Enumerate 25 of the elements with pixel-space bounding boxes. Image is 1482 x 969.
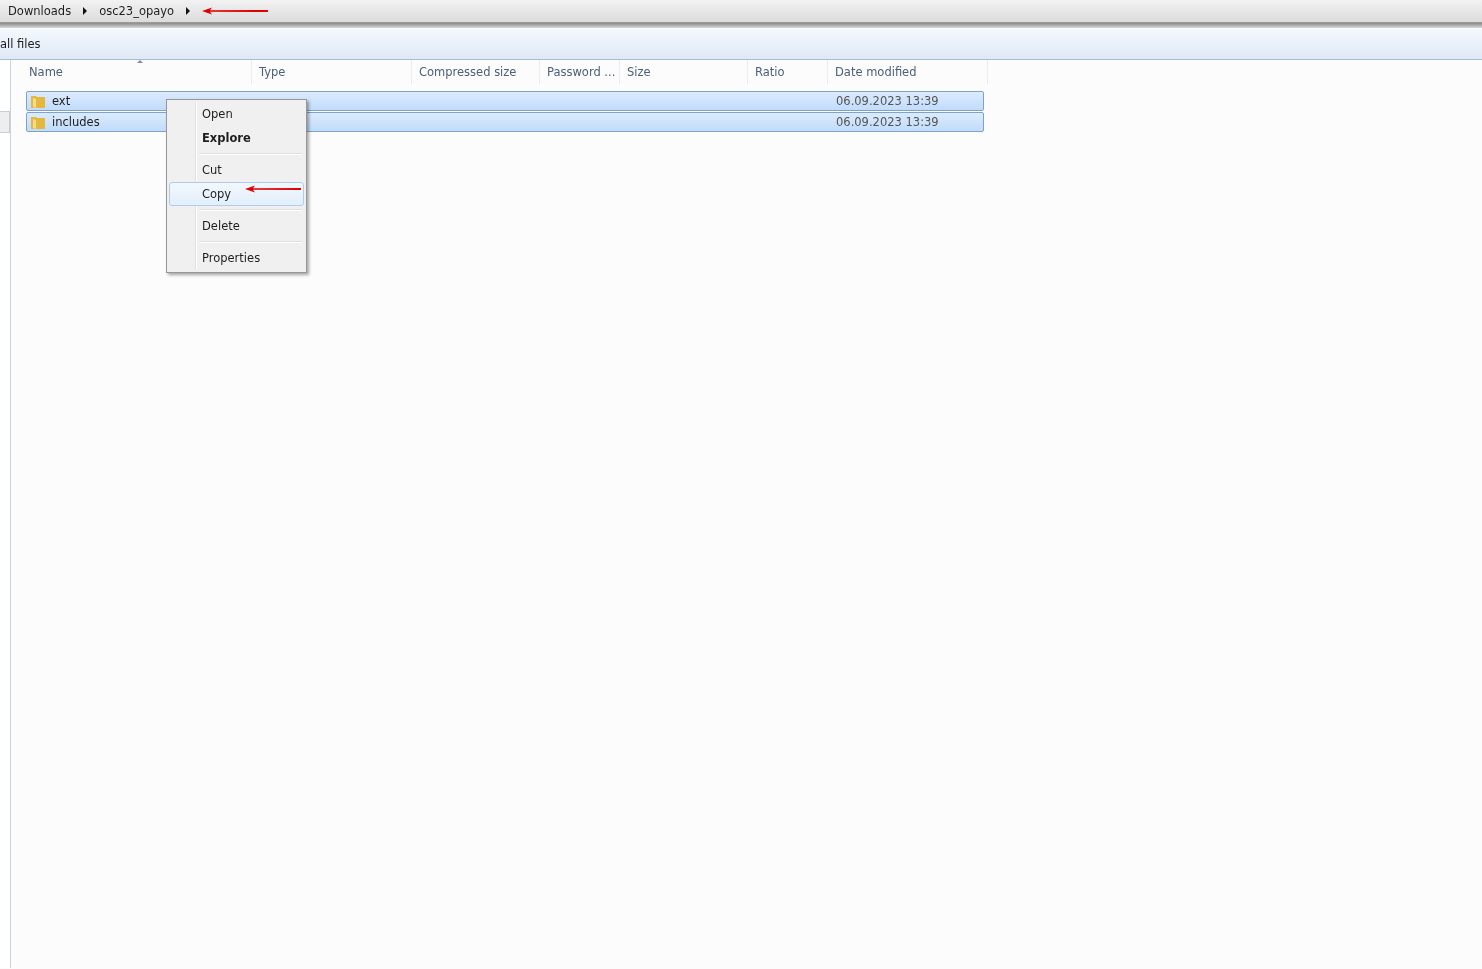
menu-item[interactable]: Copy [169,182,304,206]
column-header[interactable]: Name [22,60,252,84]
column-header[interactable]: Ratio [748,60,828,84]
column-header[interactable]: Size [620,60,748,84]
breadcrumb-item[interactable]: osc23_opayo [99,4,175,18]
menu-item[interactable]: Delete [169,214,304,238]
annotation-arrow [202,7,269,15]
chevron-icon[interactable] [83,7,88,15]
annotation-arrow [245,185,301,193]
toolbar-button[interactable]: all files [0,37,41,51]
date-modified: 06.09.2023 13:39 [836,115,939,129]
column-header[interactable]: Date modified [828,60,988,84]
menu-item[interactable]: Properties [169,246,304,270]
menu-item[interactable]: Cut [169,158,304,182]
sort-arrow-icon [136,60,143,63]
breadcrumb-item[interactable]: Downloads [8,4,72,18]
folder-icon [30,114,46,130]
column-header[interactable]: Type [252,60,412,84]
column-header[interactable]: Compressed size [412,60,540,84]
date-modified: 06.09.2023 13:39 [836,94,939,108]
column-header[interactable]: Password ... [540,60,620,84]
chevron-icon[interactable] [186,7,191,15]
folder-icon [30,93,46,109]
file-name: includes [52,115,100,129]
file-name: ext [52,94,71,108]
